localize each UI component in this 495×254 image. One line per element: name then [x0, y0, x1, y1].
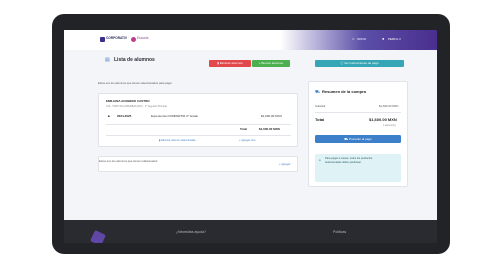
info-icon: ● [319, 158, 321, 162]
partner-logo-icon [131, 37, 136, 42]
remove-selected-link[interactable]: ▮ Eliminar alumno seleccionado [159, 139, 196, 142]
nav-profile-menu[interactable]: PERFIL ▾ [388, 37, 401, 41]
partner-name: Escuela [137, 36, 149, 40]
footer-help-link[interactable]: ¿Necesitas ayuda? [176, 230, 206, 234]
student-name: EMILIANA ACEBEDO CASTRO [106, 99, 150, 103]
summary-total-value: $1,600.00 MXN [369, 117, 397, 122]
user-icon: ● [382, 36, 385, 41]
add-students-button[interactable]: + Buscar alumnos [252, 60, 290, 67]
summary-divider [315, 112, 401, 113]
payment-info-alert: ● Para pagar a meses, todos los producto… [315, 154, 401, 182]
nav-home-link[interactable]: INICIO [357, 37, 366, 41]
bullet-icon: ■ [108, 114, 110, 118]
cart-icon: ⛟ [315, 89, 321, 94]
student-period: 2024-2025 [117, 114, 132, 118]
payment-instructions-button[interactable]: ⓘ Ver instrucciones de pago [315, 60, 404, 67]
card-divider-2 [106, 135, 291, 136]
subtotal-value: $1,600.00 MXN [379, 104, 399, 108]
remove-students-button[interactable]: ▮ Eliminar alumnos [209, 60, 251, 67]
summary-total-label: Total [315, 117, 325, 122]
student-meta: COL. TORTUGA (PRUEBAS RLP) · 1° Segundo … [106, 105, 167, 108]
brand-name[interactable]: CORPORATIV [106, 36, 127, 40]
subtotal-label: Subtotal [315, 104, 326, 108]
student-amount: $1,600.00 MXN [261, 114, 282, 118]
site-footer: ¿Necesitas ayuda? Políticas [64, 220, 437, 243]
total-label: Total [240, 127, 247, 131]
related-students-label: Estos son los alumnos que tienes relacio… [99, 159, 159, 163]
top-navbar: CORPORATIV Escuela ⌂ INICIO ● PERFIL ▾ [64, 30, 437, 50]
page-title: Lista de alumnos [114, 57, 155, 63]
add-another-link[interactable]: + Agregar otro [239, 139, 256, 142]
brand-logo-icon [100, 37, 105, 42]
purchase-summary-card: ⛟ Resumen de la compra Subtotal $1,600.0… [308, 81, 408, 187]
student-count: 1 alumno(s) [383, 124, 396, 127]
total-amount: $1,600.00 MXN [259, 127, 280, 131]
selected-students-label: Estos son los alumnos que tienes selecci… [98, 81, 173, 85]
related-students-card: Estos son los alumnos que tienes relacio… [98, 156, 298, 172]
student-concept: Experiencia COMPARTIR 3° Grado [151, 114, 199, 118]
related-add-link[interactable]: + Agregar [279, 163, 290, 166]
footer-logo-icon [90, 230, 106, 243]
app-screen: CORPORATIV Escuela ⌂ INICIO ● PERFIL ▾ ▤… [64, 30, 437, 243]
student-card: EMILIANA ACEBEDO CASTRO COL. TORTUGA (PR… [98, 93, 298, 147]
list-icon: ▤ [105, 57, 110, 63]
card-divider [106, 124, 291, 125]
home-icon: ⌂ [352, 36, 355, 41]
summary-title: Resumen de la compra [322, 89, 366, 94]
proceed-to-pay-button[interactable]: ⛟ Proceder al pago [315, 135, 401, 143]
footer-policies-link[interactable]: Políticas [333, 230, 346, 234]
payment-info-text: Para pagar a meses, todos los productos … [325, 157, 373, 164]
